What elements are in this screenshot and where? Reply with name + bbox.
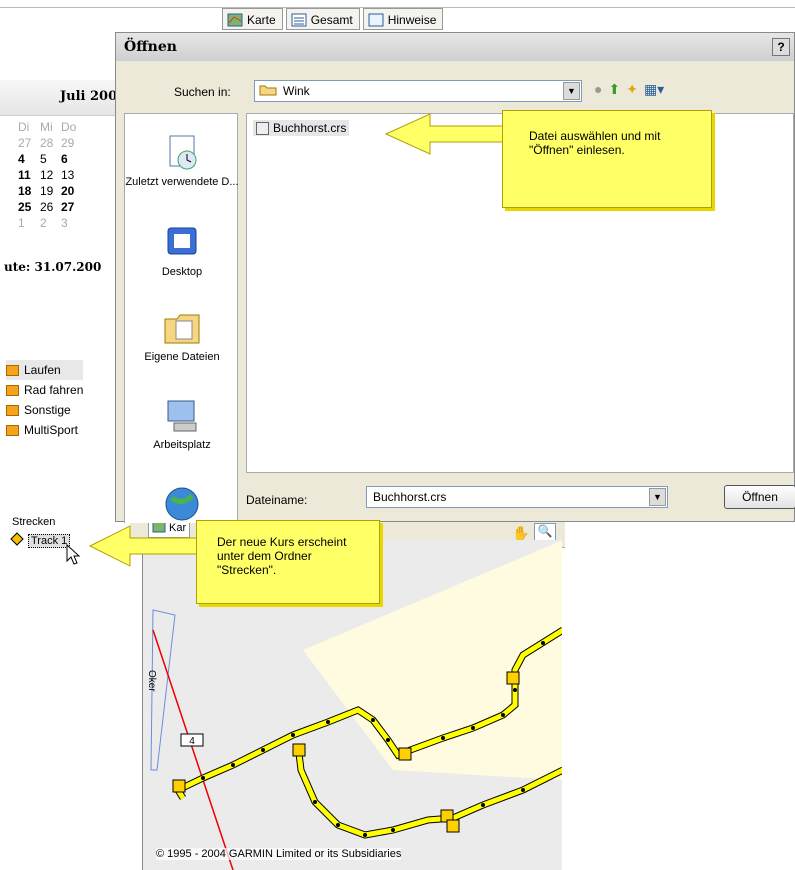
place-recent[interactable]: Zuletzt verwendete D... <box>125 134 239 189</box>
calendar: Juli 200 Di Mi Do 27 28 29 4 5 6 11 12 13 18 19 20 2… <box>0 80 118 231</box>
strecken-folder[interactable]: Strecken <box>12 516 55 528</box>
calendar-day[interactable]: 20 <box>61 184 82 199</box>
activity-label: Sonstige <box>24 403 71 417</box>
tab-label: Hinweise <box>387 13 437 27</box>
tab-label: Karte <box>247 13 276 27</box>
activity-sonstige[interactable]: Sonstige <box>6 400 83 420</box>
calendar-day[interactable]: 2 <box>40 216 61 231</box>
track-label: Track 1 <box>28 533 71 548</box>
calendar-day[interactable]: 11 <box>18 168 40 183</box>
places-bar: Zuletzt verwendete D... Desktop Eigene D… <box>124 113 239 523</box>
activity-multisport[interactable]: MultiSport <box>6 420 83 440</box>
place-desktop[interactable]: Desktop <box>125 224 239 279</box>
calendar-day[interactable]: 4 <box>18 152 40 167</box>
folder-icon <box>6 404 19 416</box>
filename-value: Buchhorst.crs <box>373 490 447 504</box>
tab-hinweise[interactable]: Hinweise <box>362 8 444 30</box>
look-in-combo[interactable]: Wink ▼ <box>254 80 582 102</box>
calendar-day[interactable]: 19 <box>40 184 61 199</box>
calendar-day[interactable]: 27 <box>18 136 40 151</box>
activity-list: Laufen Rad fahren Sonstige MultiSport <box>6 360 84 440</box>
recent-documents-icon <box>162 134 202 172</box>
activity-label: MultiSport <box>24 423 79 437</box>
weekday: Di <box>18 120 30 134</box>
calendar-day[interactable]: 26 <box>40 200 61 215</box>
street-label: Oker <box>146 670 157 692</box>
notes-icon <box>368 13 384 27</box>
folder-icon <box>6 384 19 396</box>
course-icon <box>10 532 24 549</box>
mouse-cursor-icon <box>66 544 81 565</box>
map-copyright: © 1995 - 2004 GARMIN Limited or its Subs… <box>156 848 402 860</box>
tab-gesamt[interactable]: Gesamt <box>285 8 360 30</box>
chevron-down-icon[interactable]: ▼ <box>563 82 580 100</box>
folder-icon <box>6 424 19 436</box>
folder-icon <box>6 364 19 376</box>
my-documents-icon <box>162 309 202 347</box>
tab-label: Gesamt <box>310 13 353 27</box>
dialog-toolbar: ● ⬆ ✦ ▦▾ <box>594 81 664 98</box>
calendar-day[interactable]: 27 <box>61 200 82 215</box>
calendar-day[interactable]: 29 <box>61 136 82 151</box>
callout-top: Datei auswählen und mit "Öffnen" einlese… <box>502 110 712 208</box>
file-icon <box>256 121 269 135</box>
activity-label: Rad fahren <box>24 383 84 397</box>
chevron-down-icon[interactable]: ▼ <box>649 488 666 506</box>
desktop-icon <box>162 224 202 262</box>
callout-arrow-bottom <box>88 525 207 567</box>
search-in-label: Suchen in: <box>174 85 231 99</box>
calendar-day[interactable]: 5 <box>40 152 61 167</box>
open-dialog: Öffnen ? Suchen in: Wink ▼ ● ⬆ ✦ ▦▾ Zule… <box>115 32 795 523</box>
place-computer[interactable]: Arbeitsplatz <box>125 397 239 452</box>
calendar-day[interactable]: 13 <box>61 168 82 183</box>
activity-label: Laufen <box>24 363 61 377</box>
road-number-label: 4 <box>189 736 195 747</box>
globe-icon <box>162 484 202 522</box>
top-border <box>0 0 795 8</box>
new-folder-icon[interactable]: ✦ <box>626 81 638 98</box>
callout-bottom: Der neue Kurs erscheint unter dem Ordner… <box>196 520 380 604</box>
calendar-day[interactable]: 18 <box>18 184 40 199</box>
open-button[interactable]: Öffnen <box>724 485 795 509</box>
list-icon <box>291 13 307 27</box>
activity-rad-fahren[interactable]: Rad fahren <box>6 380 83 400</box>
view-menu-icon[interactable]: ▦▾ <box>644 81 664 98</box>
dialog-title: Öffnen <box>116 33 794 61</box>
calendar-day[interactable]: 28 <box>40 136 61 151</box>
weekday: Mi <box>40 120 53 134</box>
look-in-value: Wink <box>283 84 310 98</box>
tab-karte[interactable]: Karte <box>222 8 283 30</box>
today-label: ute: 31.07.200 <box>4 260 102 274</box>
calendar-grid: Di Mi Do 27 28 29 4 5 6 11 12 13 18 19 20 25 26 27 1 2 3 <box>18 120 118 231</box>
calendar-day[interactable]: 1 <box>18 216 40 231</box>
track-item[interactable]: Track 1 <box>10 532 71 549</box>
place-documents[interactable]: Eigene Dateien <box>125 309 239 364</box>
file-item[interactable]: Buchhorst.crs <box>253 120 350 136</box>
calendar-day[interactable]: 25 <box>18 200 40 215</box>
calendar-day[interactable]: 6 <box>61 152 82 167</box>
callout-arrow-top <box>384 113 513 155</box>
calendar-month: Juli 200 <box>0 80 118 116</box>
help-button[interactable]: ? <box>772 38 790 56</box>
folder-icon <box>259 83 277 99</box>
up-folder-icon[interactable]: ⬆ <box>608 81 620 98</box>
map-icon <box>227 13 243 27</box>
activity-laufen[interactable]: Laufen <box>6 360 84 380</box>
view-tabs: Karte Gesamt Hinweise <box>222 8 444 30</box>
weekday: Do <box>61 120 77 134</box>
calendar-day[interactable]: 12 <box>40 168 61 183</box>
file-name: Buchhorst.crs <box>273 121 347 135</box>
back-icon[interactable]: ● <box>594 81 602 98</box>
filename-label: Dateiname: <box>246 493 308 507</box>
computer-icon <box>162 397 202 435</box>
calendar-day[interactable]: 3 <box>61 216 82 231</box>
filename-input[interactable]: Buchhorst.crs ▼ <box>366 486 668 508</box>
